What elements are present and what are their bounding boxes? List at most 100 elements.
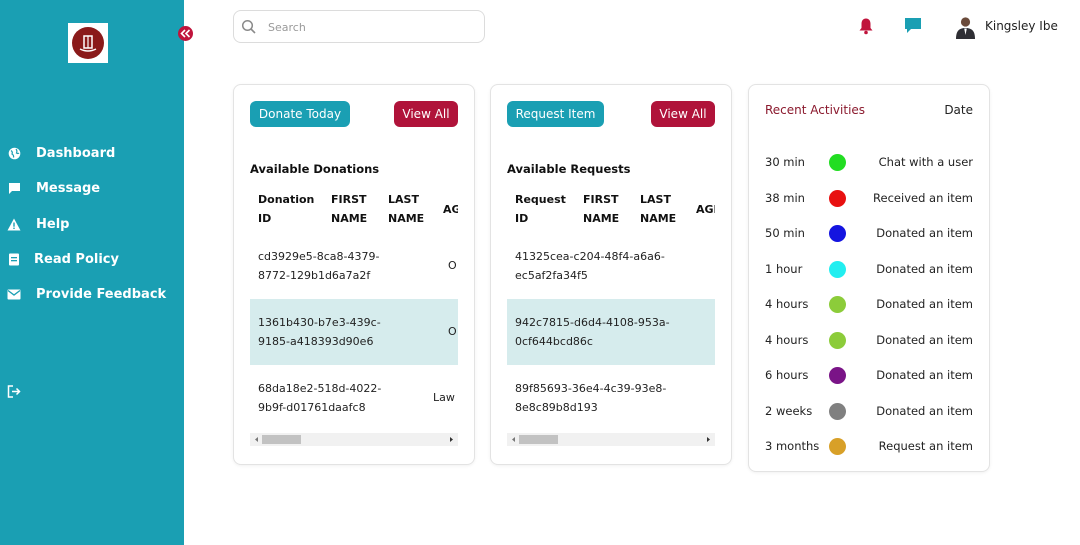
search-bar[interactable] <box>233 10 485 43</box>
bell-icon <box>859 18 873 35</box>
sidebar: Dashboard Message Help Read Policy Provi… <box>0 0 184 545</box>
sidebar-item-help[interactable]: Help <box>0 212 184 236</box>
recent-activities-card: Recent Activities Date 30 min Chat with a… <box>748 84 990 472</box>
column-header: FIRST NAME <box>583 193 620 225</box>
activity-row[interactable]: 1 hour Donated an item <box>749 259 989 279</box>
activity-description: Received an item <box>873 190 973 205</box>
table-row[interactable]: 41325cea-c204-48f4-a6a6-ec5af2fa34f5 <box>507 233 715 299</box>
activity-description: Donated an item <box>876 261 973 276</box>
sidebar-item-provide-feedback[interactable]: Provide Feedback <box>0 282 184 306</box>
date-column-label: Date <box>944 103 973 117</box>
column-header: AGI <box>696 203 715 216</box>
activity-time: 4 hours <box>765 297 809 311</box>
sidebar-item-label: Provide Feedback <box>36 286 167 302</box>
recent-activities-title: Recent Activities <box>765 103 866 117</box>
activity-row[interactable]: 6 hours Donated an item <box>749 365 989 385</box>
activity-description: Donated an item <box>876 368 973 382</box>
activity-row[interactable]: 4 hours Donated an item <box>749 294 989 314</box>
activity-time: 50 min <box>765 226 805 240</box>
table-row[interactable]: 89f85693-36e4-4c39-93e8-8e8c89b8d193 <box>507 365 715 431</box>
sidebar-item-label: Help <box>36 216 70 232</box>
logout-button[interactable] <box>0 379 30 403</box>
column-header: AG <box>443 203 458 216</box>
user-name[interactable]: Kingsley Ibe <box>985 19 1058 33</box>
activity-row[interactable]: 4 hours Donated an item <box>749 330 989 350</box>
mail-icon <box>7 287 21 301</box>
search-input[interactable] <box>268 18 468 36</box>
scrollbar-thumb[interactable] <box>262 435 301 444</box>
horizontal-scrollbar[interactable] <box>250 433 458 446</box>
request-id: 41325cea-c204-48f4-a6a6-ec5af2fa34f5 <box>515 250 665 282</box>
notifications-button[interactable] <box>858 17 874 35</box>
view-all-donations-button[interactable]: View All <box>394 101 458 127</box>
scroll-left-icon[interactable] <box>510 436 517 443</box>
activity-time: 6 hours <box>765 368 809 382</box>
donation-id: cd3929e5-8ca8-4379-8772-129b1d6a7a2f <box>258 250 380 282</box>
table-row[interactable]: 1361b430-b7e3-439c-9185-a418393d90e6 O <box>250 299 458 365</box>
sidebar-item-label: Message <box>36 180 101 196</box>
chat-icon <box>905 18 921 33</box>
logout-icon <box>7 384 21 398</box>
column-header: Request ID <box>515 193 566 225</box>
donation-id: 1361b430-b7e3-439c-9185-a418393d90e6 <box>258 316 381 348</box>
activity-row[interactable]: 2 weeks Donated an item <box>749 401 989 421</box>
scroll-right-icon[interactable] <box>705 436 712 443</box>
table-cell: O <box>448 325 457 338</box>
sidebar-item-message[interactable]: Message <box>0 176 184 200</box>
warning-icon <box>7 217 21 231</box>
double-chevron-left-icon <box>180 29 191 38</box>
app-logo[interactable] <box>68 23 108 63</box>
request-id: 942c7815-d6d4-4108-953a-0cf644bcd86c <box>515 316 670 348</box>
scroll-left-icon[interactable] <box>253 436 260 443</box>
messages-button[interactable] <box>904 17 922 35</box>
activity-time: 1 hour <box>765 261 803 276</box>
table-cell: Law <box>433 391 455 404</box>
request-item-button[interactable]: Request Item <box>507 101 604 127</box>
scrollbar-thumb[interactable] <box>519 435 558 444</box>
donation-id: 68da18e2-518d-4022-9b9f-d01761daafc8 <box>258 382 382 414</box>
table-row[interactable]: 942c7815-d6d4-4108-953a-0cf644bcd86c <box>507 299 715 365</box>
sidebar-item-read-policy[interactable]: Read Policy <box>0 247 184 271</box>
sidebar-item-dashboard[interactable]: Dashboard <box>0 141 184 165</box>
column-header: Donation ID <box>258 193 315 225</box>
table-row[interactable]: 68da18e2-518d-4022-9b9f-d01761daafc8 Law <box>250 365 458 431</box>
donations-card: Donate Today View All Available Donation… <box>233 84 475 465</box>
donations-title: Available Donations <box>250 162 380 176</box>
status-dot <box>829 154 846 171</box>
activity-row[interactable]: 3 months Request an item <box>749 436 989 456</box>
donations-table: Donation ID FIRST NAME LAST NAME AG cd39… <box>250 183 458 445</box>
view-all-requests-button[interactable]: View All <box>651 101 715 127</box>
message-icon <box>7 181 21 195</box>
sidebar-item-label: Read Policy <box>34 251 119 267</box>
activity-time: 30 min <box>765 155 805 169</box>
activity-description: Request an item <box>878 439 973 453</box>
activity-time: 3 months <box>765 439 820 453</box>
requests-card: Request Item View All Available Requests… <box>490 84 732 465</box>
status-dot <box>829 189 846 207</box>
activity-description: Chat with a user <box>878 155 973 169</box>
activity-row[interactable]: 50 min Donated an item <box>749 223 989 243</box>
column-header: LAST NAME <box>388 193 425 225</box>
status-dot <box>829 367 846 384</box>
scroll-right-icon[interactable] <box>448 436 455 443</box>
table-header: Request ID FIRST NAME LAST NAME AGI <box>507 183 715 233</box>
avatar[interactable] <box>955 16 976 39</box>
activity-row[interactable]: 38 min Received an item <box>749 188 989 208</box>
activity-time: 38 min <box>765 190 805 205</box>
sidebar-collapse-button[interactable] <box>178 26 193 41</box>
activity-row[interactable]: 30 min Chat with a user <box>749 152 989 172</box>
search-icon <box>241 19 257 35</box>
request-id: 89f85693-36e4-4c39-93e8-8e8c89b8d193 <box>515 382 667 414</box>
horizontal-scrollbar[interactable] <box>507 433 715 446</box>
logo-emblem-icon <box>72 27 104 59</box>
requests-title: Available Requests <box>507 162 631 176</box>
requests-table: Request ID FIRST NAME LAST NAME AGI 4132… <box>507 183 715 445</box>
document-icon <box>7 252 21 266</box>
activity-time: 2 weeks <box>765 403 813 418</box>
activity-description: Donated an item <box>876 403 973 418</box>
table-cell: O <box>448 259 457 272</box>
table-row[interactable]: cd3929e5-8ca8-4379-8772-129b1d6a7a2f O <box>250 233 458 299</box>
donate-today-button[interactable]: Donate Today <box>250 101 350 127</box>
status-dot <box>829 296 846 313</box>
status-dot <box>829 260 846 278</box>
